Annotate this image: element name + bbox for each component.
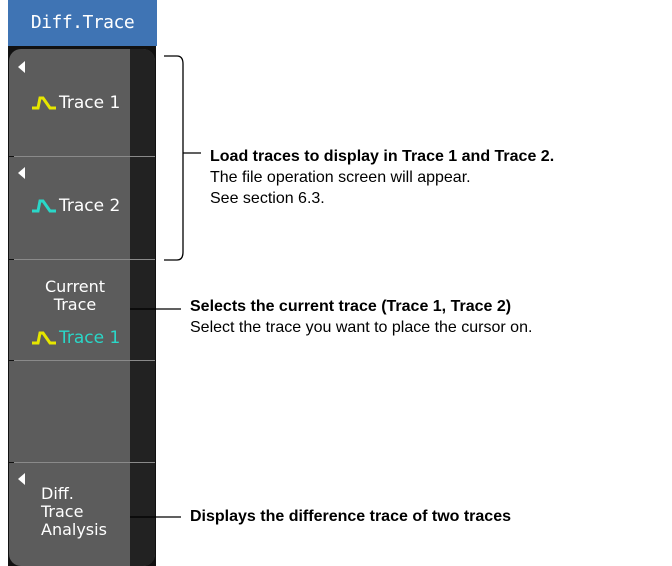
current-trace-label-line1: Current (44, 277, 106, 296)
diff-label-line1: Diff. (41, 484, 74, 503)
annotation-load-heading: Load traces to display in Trace 1 and Tr… (210, 148, 555, 165)
softkey-diff-trace-analysis[interactable]: Diff. Trace Analysis (9, 463, 155, 566)
trace-1-label: Trace 1 (59, 93, 121, 113)
brace-bracket (164, 55, 201, 261)
softkey-trace-2[interactable]: Trace 2 (9, 157, 155, 259)
softkey-current-trace[interactable]: Current Trace Trace 1 (9, 260, 155, 360)
current-trace-label-line2: Trace (53, 295, 97, 314)
softkey-side-strip (130, 49, 155, 156)
trace-2-label: Trace 2 (59, 196, 121, 216)
left-arrow-icon (18, 473, 25, 485)
softkey-trace-1[interactable]: Trace 1 (9, 49, 155, 156)
softkey-blank (9, 361, 155, 462)
annotation-diff: Displays the difference trace of two tra… (190, 506, 511, 527)
annotation-load-line3: See section 6.3. (210, 190, 325, 207)
annotation-current: Selects the current trace (Trace 1, Trac… (190, 296, 532, 338)
softkey-side-strip (130, 361, 155, 462)
left-arrow-icon (18, 61, 25, 73)
left-arrow-icon (18, 167, 25, 179)
diff-label-line2: Trace (41, 502, 84, 521)
current-trace-value: Trace 1 (59, 328, 121, 348)
annotation-load-line2: The file operation screen will appear. (210, 169, 471, 186)
annotation-load: Load traces to display in Trace 1 and Tr… (210, 146, 554, 209)
trace-cyan-icon (32, 199, 56, 213)
annotation-current-line2: Select the trace you want to place the c… (190, 319, 533, 336)
trace-yellow-icon (32, 331, 56, 345)
trace-yellow-icon (32, 96, 56, 110)
softkey-side-strip (130, 157, 155, 259)
annotation-current-heading: Selects the current trace (Trace 1, Trac… (190, 298, 512, 315)
panel-title: Diff.Trace (8, 0, 157, 46)
softkey-side-strip (130, 463, 155, 566)
annotation-diff-heading: Displays the difference trace of two tra… (190, 508, 511, 525)
diff-label-line3: Analysis (41, 520, 107, 539)
